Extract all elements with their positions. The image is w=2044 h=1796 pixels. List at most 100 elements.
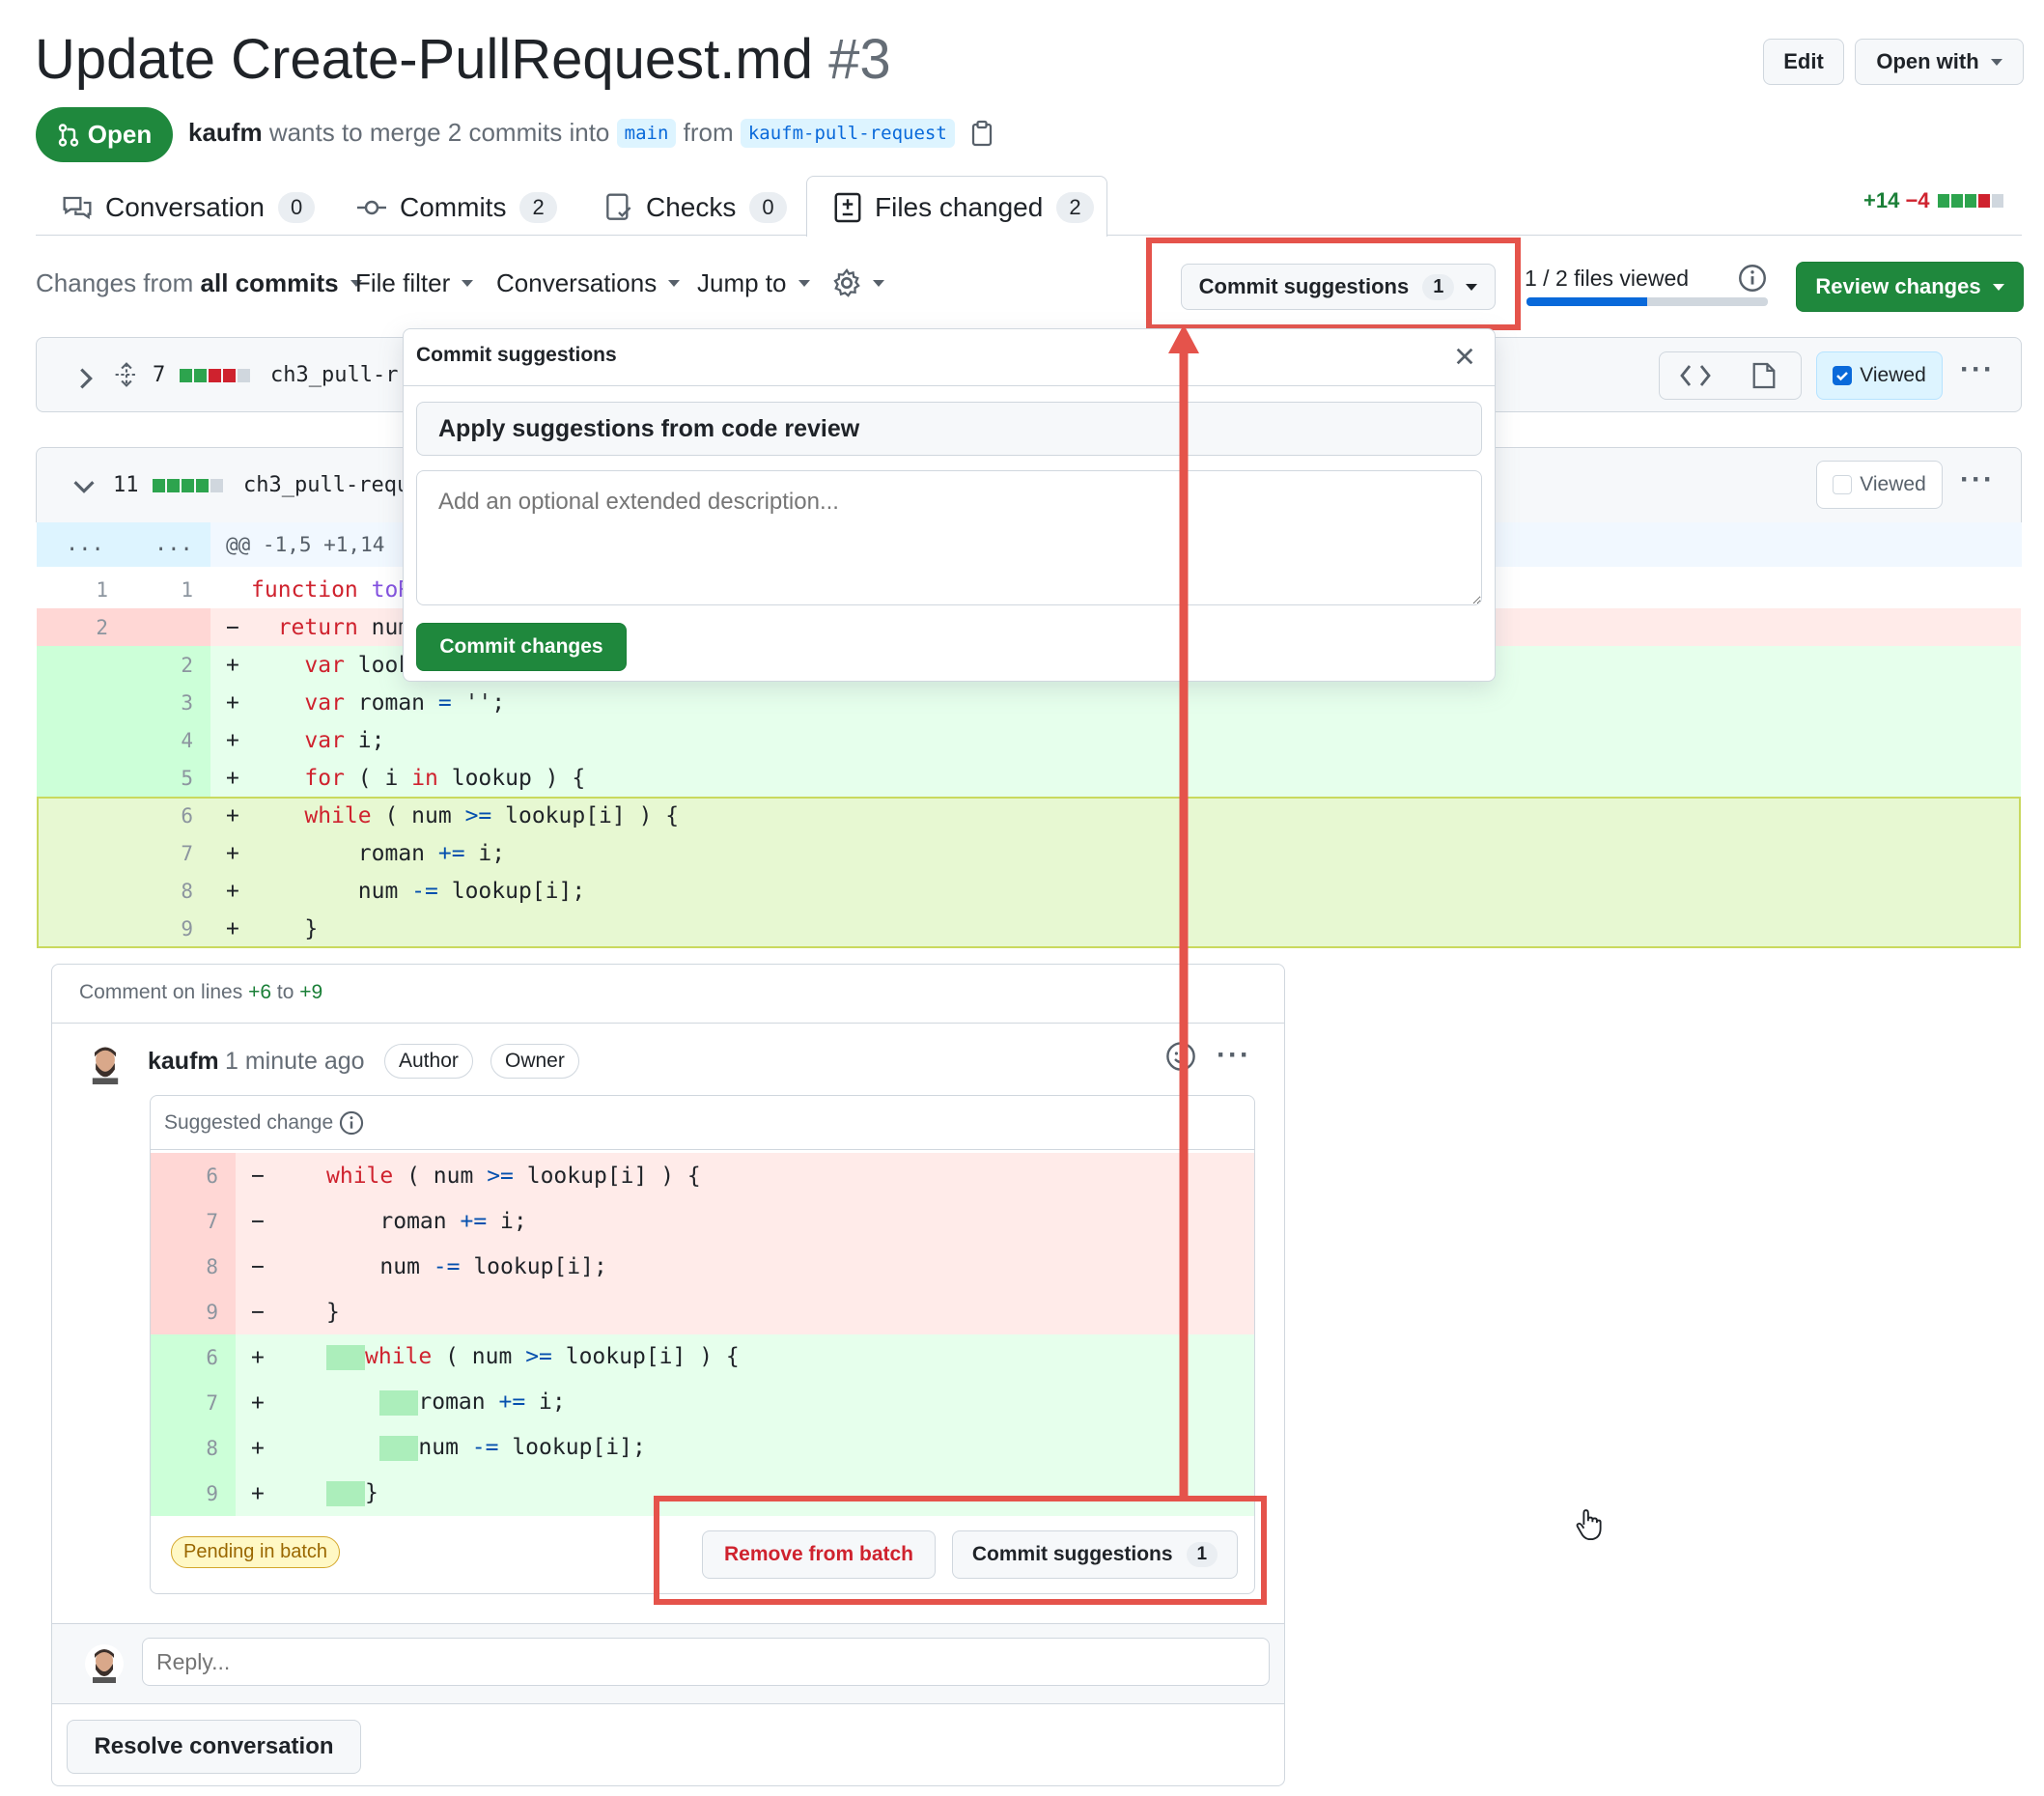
chevron-down-icon xyxy=(798,280,810,287)
suggestion-line: 7 + roman += i; xyxy=(151,1380,1254,1425)
viewed-toggle-1[interactable]: Viewed xyxy=(1816,351,1943,400)
resolve-conversation-button[interactable]: Resolve conversation xyxy=(67,1720,361,1774)
pr-number: #3 xyxy=(828,28,891,91)
code-text: function toR xyxy=(251,576,412,603)
old-line-number[interactable]: 2 xyxy=(60,616,108,639)
comment-author[interactable]: kaufm xyxy=(148,1048,219,1076)
close-icon[interactable] xyxy=(1454,346,1475,367)
chevron-down-icon xyxy=(1992,283,2004,291)
chevron-down-icon[interactable] xyxy=(73,479,95,494)
review-changes-button[interactable]: Review changes xyxy=(1796,262,2024,312)
info-icon[interactable] xyxy=(1738,264,1767,293)
viewed-toggle-2[interactable]: Viewed xyxy=(1816,461,1943,509)
conversations-menu[interactable]: Conversations xyxy=(496,268,681,298)
checkbox-checked-icon xyxy=(1833,366,1853,385)
code-text: roman += i; xyxy=(326,1389,566,1416)
tab-count: 0 xyxy=(277,192,316,223)
diff-line: 9 + } xyxy=(37,910,2021,947)
new-line-number[interactable]: 3 xyxy=(145,691,193,715)
info-icon[interactable] xyxy=(339,1110,364,1136)
diff-sign: + xyxy=(251,1389,265,1416)
code-text: roman += i; xyxy=(326,1208,527,1234)
avatar[interactable] xyxy=(84,1042,126,1084)
tab-conversation[interactable]: Conversation 0 xyxy=(63,179,316,237)
commit-changes-button[interactable]: Commit changes xyxy=(416,623,627,671)
new-line-number[interactable]: 7 xyxy=(145,842,193,865)
diff-sign: + xyxy=(226,878,239,904)
code-text: while ( num >= lookup[i] ) { xyxy=(304,802,680,828)
pr-author-link[interactable]: kaufm xyxy=(188,118,263,148)
new-line-number[interactable]: 5 xyxy=(145,767,193,790)
new-line-number[interactable]: 2 xyxy=(145,654,193,677)
suggestion-line: 8 + num -= lookup[i]; xyxy=(151,1425,1254,1471)
copy-icon[interactable] xyxy=(970,120,994,147)
file-icon[interactable] xyxy=(1752,362,1776,389)
base-branch[interactable]: main xyxy=(616,118,677,148)
suggested-change-header: Suggested change xyxy=(164,1110,364,1136)
reply-input[interactable] xyxy=(142,1638,1270,1686)
changes-from-menu[interactable]: Changes from all commits xyxy=(36,268,362,298)
commit-description-textarea[interactable] xyxy=(416,470,1482,605)
diff-sign: + xyxy=(251,1480,265,1506)
tab-commits[interactable]: Commits 2 xyxy=(357,179,557,237)
diff-sign: − xyxy=(251,1299,265,1325)
file-menu-kebab-icon[interactable]: ··· xyxy=(1960,463,1995,496)
file-diffstat-blocks xyxy=(153,479,223,492)
comment-time[interactable]: 1 minute ago xyxy=(225,1048,365,1076)
file-menu-kebab-icon[interactable]: ··· xyxy=(1960,353,1995,386)
chevron-right-icon[interactable] xyxy=(77,368,95,389)
jump-to-menu[interactable]: Jump to xyxy=(697,268,810,298)
diff-line: 3 + var roman = ''; xyxy=(37,684,2021,721)
new-line-number[interactable]: 4 xyxy=(145,729,193,752)
diff-line: 4 + var i; xyxy=(37,721,2021,759)
settings-menu[interactable] xyxy=(832,268,884,297)
open-with-button[interactable]: Open with xyxy=(1855,39,2024,85)
suggestion-line: 6 − while ( num >= lookup[i] ) { xyxy=(151,1153,1254,1198)
diff-sign: + xyxy=(251,1344,265,1370)
file-name[interactable]: ch3_pull-r xyxy=(270,363,398,387)
state-badge-open: Open xyxy=(36,107,173,162)
expand-all-icon[interactable] xyxy=(114,362,139,387)
tab-files-changed[interactable]: Files changed 2 xyxy=(834,179,1094,237)
files-viewed-label: 1 / 2 files viewed xyxy=(1525,266,1690,291)
hunk-header: @@ -1,5 +1,14 xyxy=(226,533,385,556)
file-change-count: 7 xyxy=(153,363,166,387)
diff-sign: + xyxy=(226,689,239,716)
files-viewed-progress-fill xyxy=(1526,297,1647,306)
new-line-number[interactable]: 9 xyxy=(145,917,193,940)
file-filter-menu[interactable]: File filter xyxy=(355,268,474,298)
code-text: var i; xyxy=(304,727,385,753)
code-view-icon[interactable] xyxy=(1680,364,1711,387)
new-line-number[interactable]: 6 xyxy=(145,804,193,828)
highlight-box-toolbar xyxy=(1146,238,1521,330)
additions-count: +14 xyxy=(1863,188,1900,212)
gear-icon xyxy=(833,268,860,297)
code-text: roman += i; xyxy=(251,840,506,866)
checkbox-icon xyxy=(1833,475,1853,494)
hunk-expand-old[interactable]: ... xyxy=(66,532,104,556)
code-text: return num xyxy=(277,614,412,640)
code-text: } xyxy=(326,1480,378,1506)
code-text: var roman = ''; xyxy=(304,689,506,716)
head-branch[interactable]: kaufm-pull-request xyxy=(740,118,955,148)
line-number: 8 xyxy=(206,1436,218,1460)
commit-message-input[interactable] xyxy=(416,402,1482,456)
file-diff-icon xyxy=(834,192,861,223)
new-line-number[interactable]: 8 xyxy=(145,880,193,903)
hand-cursor-icon xyxy=(1576,1509,1602,1540)
edit-button[interactable]: Edit xyxy=(1763,39,1844,85)
old-line-number[interactable]: 1 xyxy=(60,578,108,602)
diff-sign: − xyxy=(251,1253,265,1279)
code-text: for ( i in lookup ) { xyxy=(304,765,586,791)
hunk-expand-new[interactable]: ... xyxy=(154,532,193,556)
tab-checks[interactable]: Checks 0 xyxy=(605,179,787,237)
code-text: } xyxy=(251,915,319,941)
diff-sign: + xyxy=(226,652,239,678)
comment-kebab-icon[interactable]: ··· xyxy=(1217,1039,1251,1072)
code-text: while ( num >= lookup[i] ) { xyxy=(326,1163,701,1189)
line-number: 9 xyxy=(206,1481,218,1505)
line-number: 9 xyxy=(206,1300,218,1324)
new-line-number[interactable]: 1 xyxy=(145,578,193,602)
file-name[interactable]: ch3_pull-requ xyxy=(243,473,409,497)
tab-count: 2 xyxy=(519,192,557,223)
